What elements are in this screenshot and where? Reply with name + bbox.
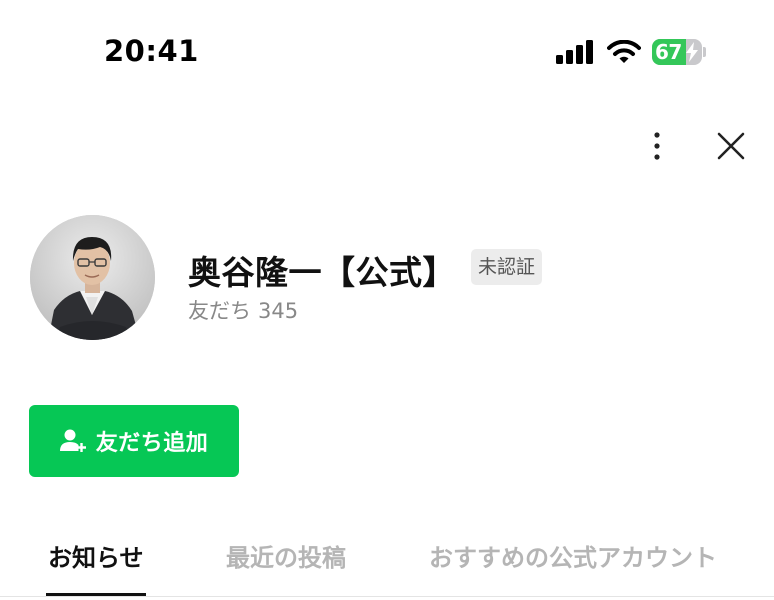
profile-name: 奥谷隆一【公式】 xyxy=(188,253,456,292)
status-bar-icons: 67 xyxy=(556,38,706,66)
add-friend-button[interactable]: 友だち追加 xyxy=(29,405,239,477)
tab-recommended-accounts[interactable]: おすすめの公式アカウント xyxy=(429,538,717,573)
friends-count: 345 xyxy=(258,299,299,323)
status-bar-time: 20:41 xyxy=(104,34,199,68)
friends-count-row: 友だち 345 xyxy=(188,295,298,325)
tab-recent-posts[interactable]: 最近の投稿 xyxy=(226,538,346,573)
close-button[interactable] xyxy=(713,128,749,164)
profile-avatar[interactable] xyxy=(30,215,155,340)
friends-label: 友だち xyxy=(188,299,251,323)
tab-news[interactable]: お知らせ xyxy=(48,538,144,573)
add-friend-label: 友だち追加 xyxy=(95,431,209,456)
tabs-divider xyxy=(0,596,774,597)
more-options-button[interactable] xyxy=(639,128,675,164)
add-person-icon xyxy=(59,429,86,452)
verification-badge: 未認証 xyxy=(471,249,543,285)
battery-charging-icon: 67 xyxy=(652,39,706,65)
profile-photo xyxy=(30,215,155,340)
battery-level-text: 67 xyxy=(655,40,682,64)
close-icon xyxy=(717,132,745,160)
charging-bolt-icon xyxy=(686,42,698,62)
vertical-ellipsis-icon xyxy=(654,132,660,160)
wifi-icon xyxy=(607,40,641,63)
cellular-signal-icon xyxy=(556,40,593,64)
